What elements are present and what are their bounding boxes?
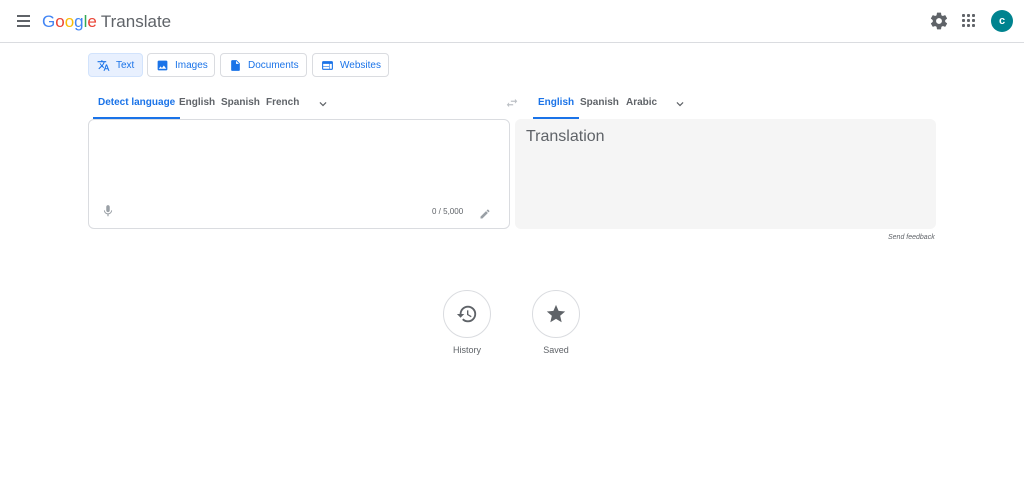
image-icon [156,59,169,72]
source-lang-detect[interactable]: Detect language [93,89,181,119]
translate-icon [97,59,110,72]
tab-websites-label: Websites [340,59,381,71]
swap-languages-icon[interactable] [505,96,519,110]
history-label: History [452,345,481,355]
target-lang-english[interactable]: English [533,89,580,119]
history-icon [456,305,477,323]
chevron-down-icon[interactable] [673,97,687,111]
tab-text[interactable]: Text [88,53,143,77]
avatar[interactable]: c [991,10,1013,32]
document-icon [229,59,242,72]
app-header: Google Translate c [0,0,1024,43]
source-lang-english[interactable]: English [174,89,220,119]
send-feedback-link[interactable]: Send feedback [888,234,935,241]
microphone-icon[interactable] [101,203,115,219]
star-icon [546,304,566,323]
source-lang-french[interactable]: French [261,89,304,119]
pencil-icon[interactable] [479,207,491,219]
tab-images-label: Images [175,59,208,71]
translation-panel: Translation [515,119,936,229]
history-button[interactable] [443,290,491,338]
source-lang-spanish[interactable]: Spanish [216,89,265,119]
source-text-input[interactable] [99,128,499,198]
source-language-bar: Detect language English Spanish French [88,89,508,119]
character-count: 0 / 5,000 [432,207,464,216]
chevron-down-icon[interactable] [316,97,330,111]
target-lang-spanish[interactable]: Spanish [575,89,624,119]
saved-button[interactable] [532,290,580,338]
apps-grid-icon[interactable] [962,14,976,28]
tab-images[interactable]: Images [147,53,215,77]
saved-label: Saved [543,345,569,355]
menu-icon[interactable] [14,11,34,31]
tab-documents[interactable]: Documents [220,53,307,77]
source-text-panel: 0 / 5,000 [88,119,510,229]
google-translate-logo[interactable]: Google Translate [42,12,171,32]
translation-placeholder: Translation [526,128,605,145]
product-name: Translate [100,12,172,31]
tab-documents-label: Documents [248,59,299,71]
tab-text-label: Text [116,59,135,71]
gear-icon[interactable] [929,11,949,31]
target-lang-arabic[interactable]: Arabic [621,89,662,119]
tab-websites[interactable]: Websites [312,53,389,77]
target-language-bar: English Spanish Arabic [533,89,936,119]
website-icon [321,59,334,72]
